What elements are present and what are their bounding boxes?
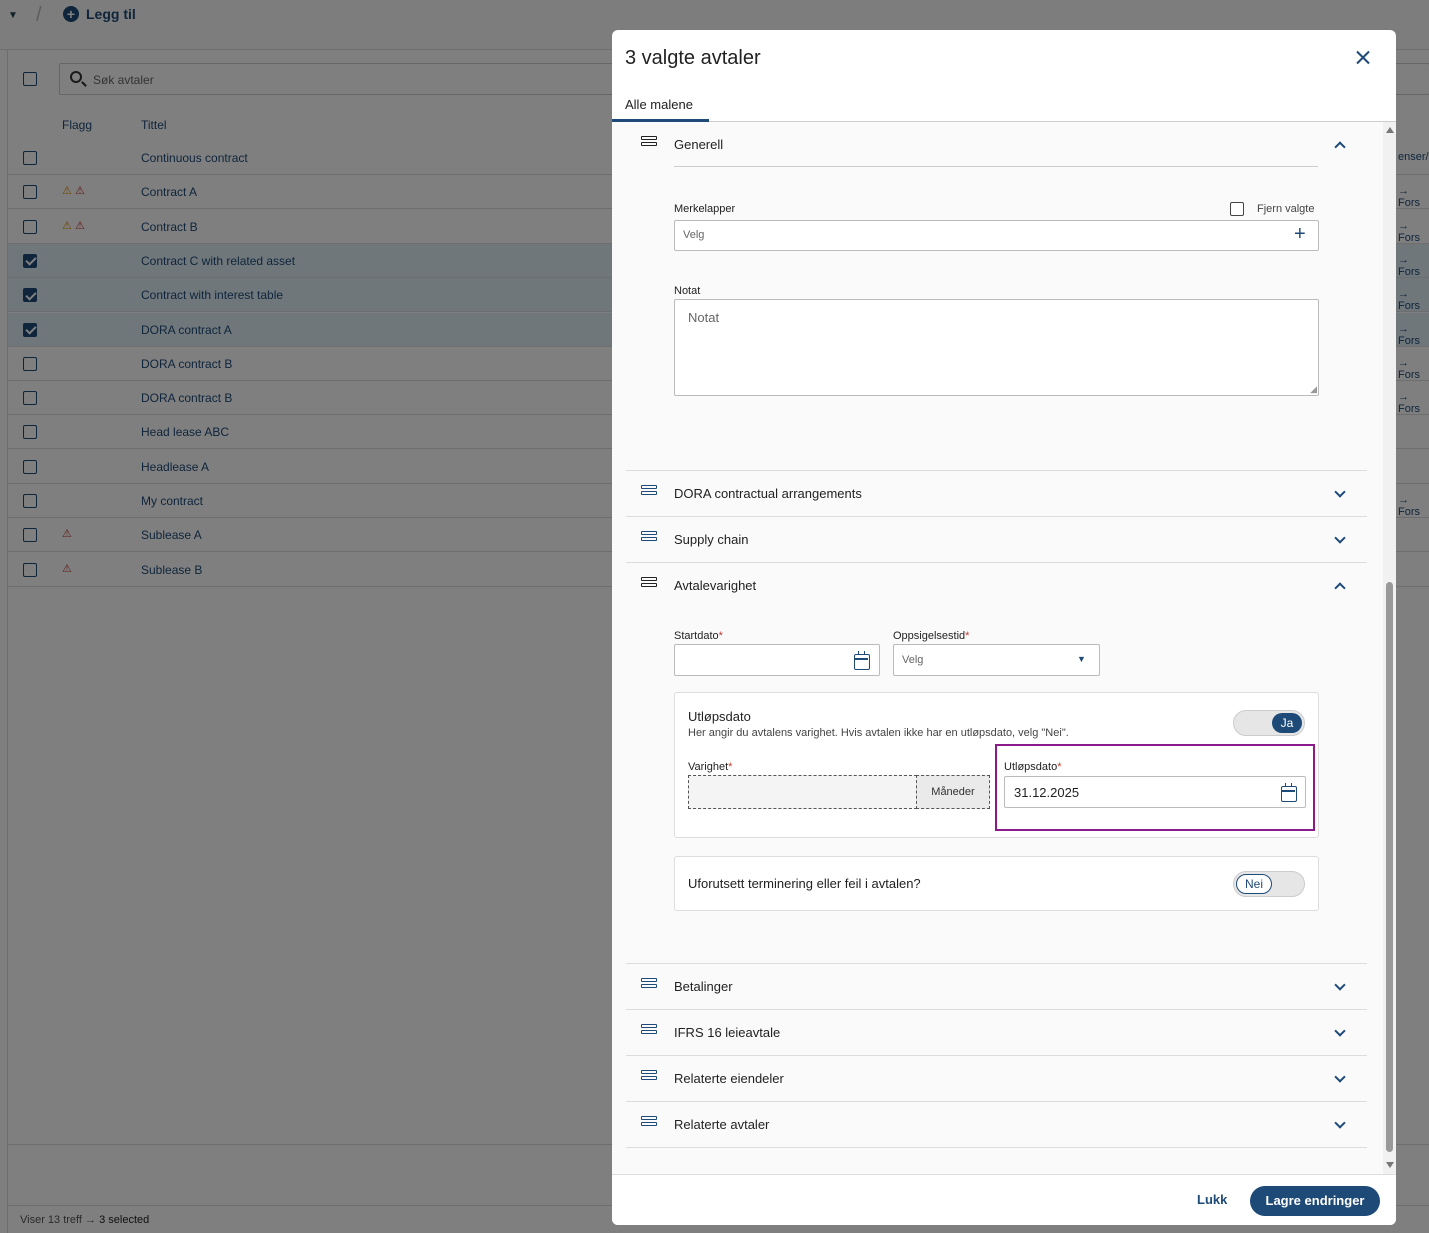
chevron-down-icon[interactable] xyxy=(1334,486,1346,498)
tab-all-templates[interactable]: Alle malene xyxy=(625,97,693,112)
start-date-label: Startdato* xyxy=(674,630,723,642)
section-icon xyxy=(641,978,657,994)
notice-period-label: Oppsigelsestid* xyxy=(893,630,970,642)
toggle-off-label: Nei xyxy=(1236,874,1272,894)
tags-placeholder: Velg xyxy=(683,229,705,241)
expiry-card-description: Her angir du avtalens varighet. Hvis avt… xyxy=(688,727,1069,739)
expiry-toggle[interactable]: Ja xyxy=(1233,710,1305,736)
section-collapsed[interactable]: IFRS 16 leieavtale xyxy=(626,1010,1367,1056)
scroll-down-icon[interactable] xyxy=(1386,1162,1394,1168)
modal-footer: Lukk Lagre endringer xyxy=(612,1174,1396,1225)
section-label: Supply chain xyxy=(674,532,749,547)
section-collapsed[interactable]: Relaterte avtaler xyxy=(626,1102,1367,1148)
section-divider xyxy=(674,166,1318,167)
toggle-on-label: Ja xyxy=(1272,713,1302,733)
expiry-date-value: 31.12.2025 xyxy=(1014,785,1080,800)
note-label: Notat xyxy=(674,285,701,297)
termination-toggle[interactable]: Nei xyxy=(1233,871,1305,897)
duration-label: Varighet* xyxy=(688,761,733,773)
section-label: Relaterte eiendeler xyxy=(674,1071,784,1086)
section-collapsed[interactable]: Betalinger xyxy=(626,964,1367,1010)
chevron-down-icon[interactable] xyxy=(1334,1025,1346,1037)
resize-handle-icon[interactable]: ◢ xyxy=(1310,384,1317,395)
section-collapsed[interactable]: Supply chain xyxy=(626,517,1367,563)
notice-period-select[interactable]: Velg ▼ xyxy=(893,644,1100,676)
remove-selected-label: Fjern valgte xyxy=(1257,203,1315,215)
tags-label: Merkelapper xyxy=(674,203,736,215)
expiry-card: Utløpsdato Her angir du avtalens varighe… xyxy=(674,692,1319,838)
notice-placeholder: Velg xyxy=(902,654,924,666)
save-changes-button[interactable]: Lagre endringer xyxy=(1250,1186,1380,1216)
modal-content: Generell Merkelapper Fjern valgte Velg +… xyxy=(612,122,1396,1174)
expiry-card-title: Utløpsdato xyxy=(688,709,751,724)
scroll-up-icon[interactable] xyxy=(1386,127,1394,133)
section-label: IFRS 16 leieavtale xyxy=(674,1025,781,1040)
tags-select[interactable]: Velg + xyxy=(674,220,1319,251)
chevron-up-icon[interactable] xyxy=(1334,582,1346,594)
section-generell[interactable]: Generell xyxy=(626,122,1367,168)
calendar-icon[interactable] xyxy=(854,651,870,670)
section-label: DORA contractual arrangements xyxy=(674,486,862,501)
section-icon xyxy=(641,1116,657,1132)
section-avtalevarighet[interactable]: Avtalevarighet xyxy=(626,563,1367,609)
section-icon xyxy=(641,485,657,501)
modal-title: 3 valgte avtaler xyxy=(625,47,761,69)
section-label: Betalinger xyxy=(674,979,733,994)
expiry-date-input[interactable]: 31.12.2025 xyxy=(1004,776,1306,808)
close-icon[interactable] xyxy=(1352,47,1374,69)
section-label: Generell xyxy=(674,137,724,152)
section-icon xyxy=(641,1024,657,1040)
chevron-down-icon[interactable] xyxy=(1334,1071,1346,1083)
section-icon xyxy=(641,1070,657,1086)
section-icon xyxy=(641,136,657,152)
chevron-down-icon[interactable] xyxy=(1334,979,1346,991)
expiry-date-highlight: Utløpsdato* 31.12.2025 xyxy=(995,744,1315,831)
expiry-date-label: Utløpsdato* xyxy=(1004,761,1062,773)
start-date-input[interactable] xyxy=(674,644,880,676)
note-placeholder: Notat xyxy=(688,310,720,325)
calendar-icon[interactable] xyxy=(1281,783,1297,802)
termination-question: Uforutsett terminering eller feil i avta… xyxy=(688,876,921,891)
remove-selected-checkbox[interactable] xyxy=(1230,202,1244,216)
section-label: Relaterte avtaler xyxy=(674,1117,770,1132)
close-button[interactable]: Lukk xyxy=(1197,1192,1227,1207)
section-collapsed[interactable]: Relaterte eiendeler xyxy=(626,1056,1367,1102)
termination-card: Uforutsett terminering eller feil i avta… xyxy=(674,856,1319,911)
plus-icon[interactable]: + xyxy=(1294,223,1306,246)
duration-unit: Måneder xyxy=(916,775,990,809)
section-collapsed[interactable]: DORA contractual arrangements xyxy=(626,471,1367,517)
chevron-down-icon[interactable] xyxy=(1334,1117,1346,1129)
chevron-down-icon: ▼ xyxy=(1077,654,1086,664)
bulk-edit-modal: 3 valgte avtaler Alle malene Generell Me… xyxy=(612,30,1396,1225)
chevron-down-icon[interactable] xyxy=(1334,532,1346,544)
section-label: Avtalevarighet xyxy=(674,578,757,593)
section-icon xyxy=(641,577,657,593)
scrollbar[interactable] xyxy=(1383,122,1396,1174)
scroll-thumb[interactable] xyxy=(1386,582,1393,1152)
tab-bar: Alle malene xyxy=(612,89,1396,122)
chevron-up-icon[interactable] xyxy=(1334,141,1346,153)
note-textarea[interactable]: Notat ◢ xyxy=(674,299,1319,396)
duration-input[interactable] xyxy=(688,775,917,809)
section-icon xyxy=(641,531,657,547)
